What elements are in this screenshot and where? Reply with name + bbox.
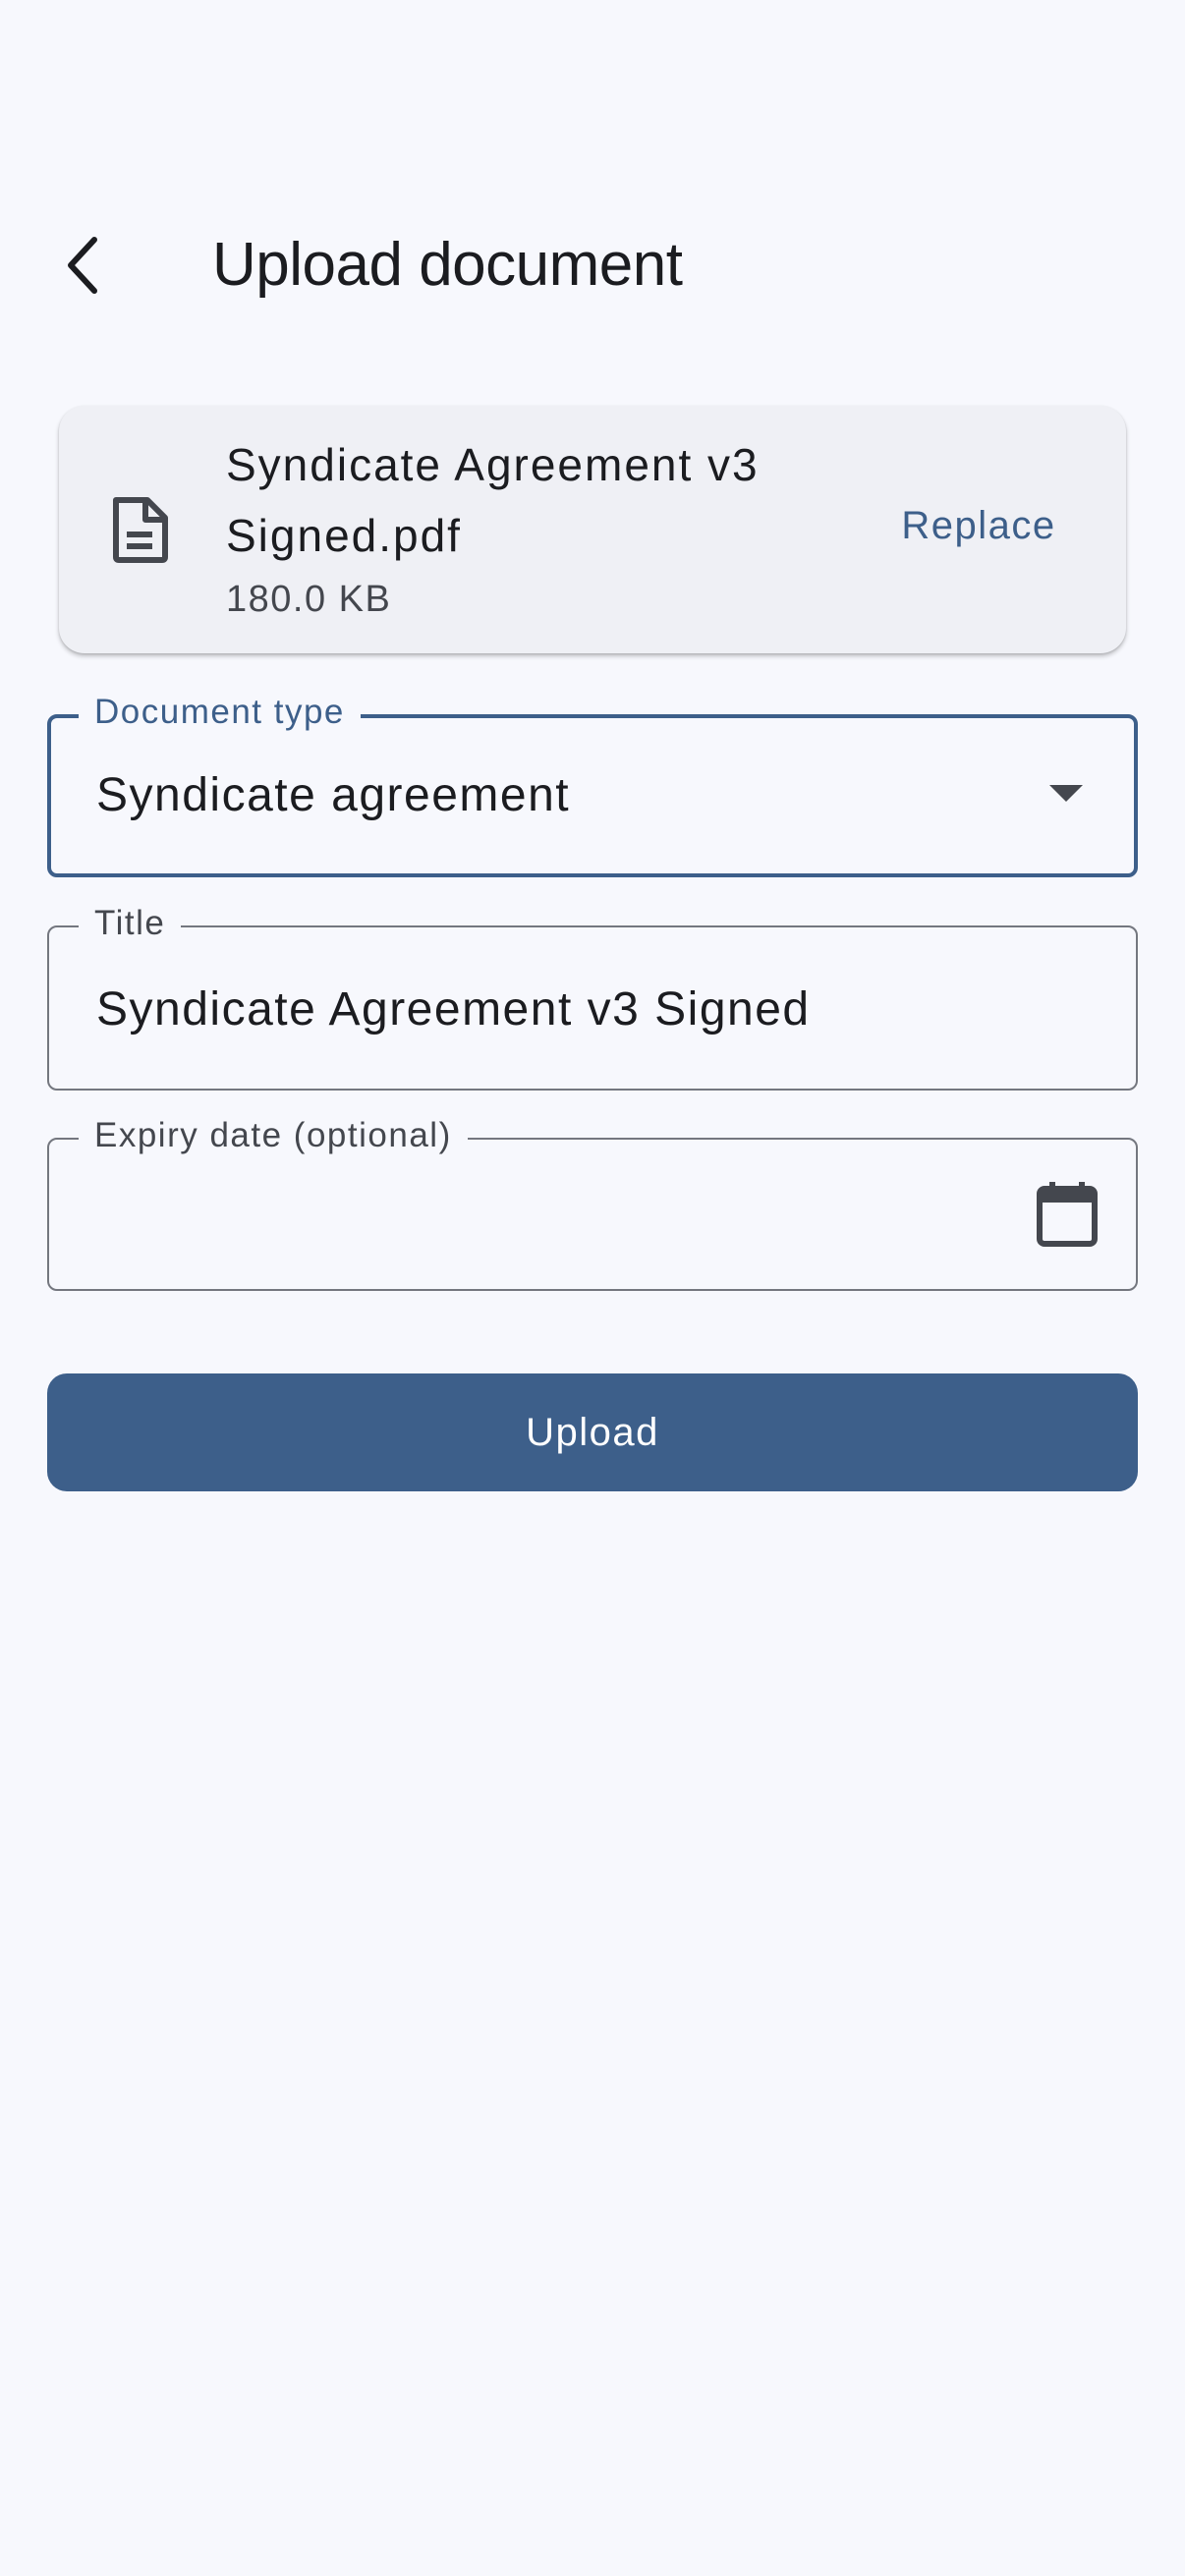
back-button[interactable] — [43, 216, 122, 314]
app-bar: Upload document — [0, 196, 1185, 334]
document-type-select[interactable]: Document type Syndicate agreement — [47, 691, 1138, 877]
document-icon — [113, 497, 168, 563]
document-type-label: Document type — [79, 691, 361, 734]
calendar-button[interactable] — [1028, 1175, 1106, 1254]
dropdown-arrow-icon — [1049, 785, 1083, 802]
file-size: 180.0 KB — [226, 579, 392, 620]
title-value: Syndicate Agreement v3 Signed — [96, 983, 811, 1036]
expiry-date-field[interactable]: Expiry date (optional) — [47, 1114, 1138, 1291]
upload-button[interactable]: Upload — [47, 1373, 1138, 1491]
replace-button[interactable]: Replace — [861, 484, 1097, 567]
title-field[interactable]: Title Syndicate Agreement v3 Signed — [47, 902, 1138, 1091]
chevron-left-icon — [68, 237, 97, 294]
title-label: Title — [79, 902, 182, 945]
document-type-value: Syndicate agreement — [96, 769, 571, 821]
expiry-date-label: Expiry date (optional) — [79, 1114, 468, 1157]
file-name: Syndicate Agreement v3 Signed.pdf — [226, 439, 760, 561]
page-title: Upload document — [212, 231, 683, 299]
calendar-icon — [1037, 1182, 1098, 1247]
selected-file-card: Syndicate Agreement v3 Signed.pdf 180.0 … — [59, 406, 1126, 653]
